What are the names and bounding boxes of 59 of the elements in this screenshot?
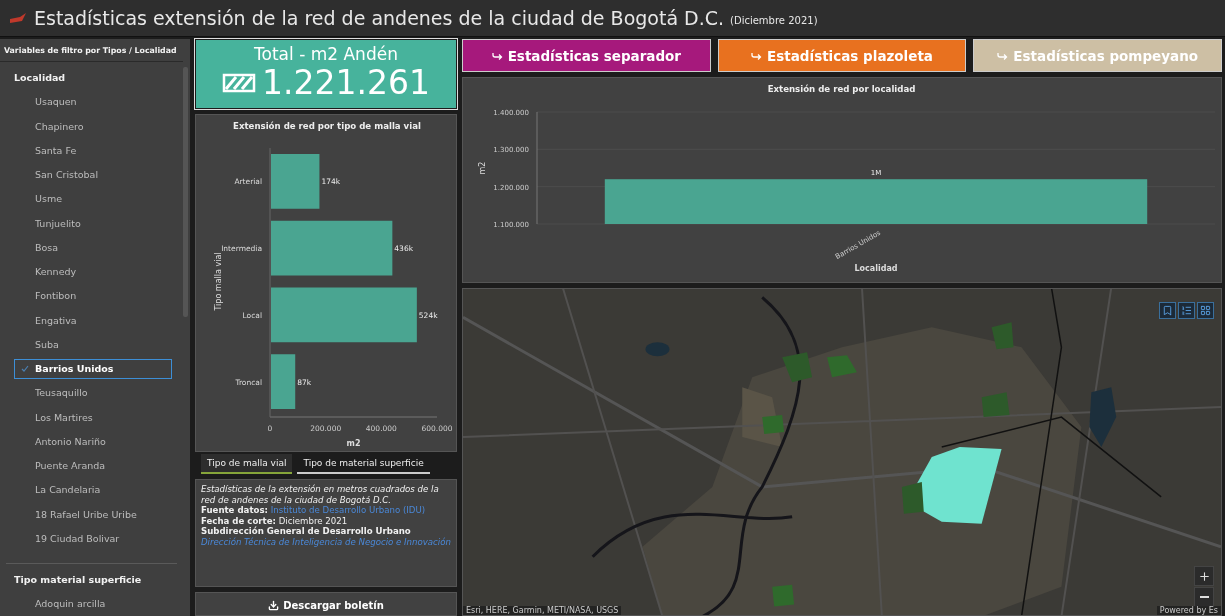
- axis-title: m2: [346, 439, 361, 448]
- download-icon: [268, 600, 280, 611]
- tab[interactable]: Tipo de malla vial: [201, 454, 293, 474]
- description-text: Estadísticas de la extensión en metros cuadrados de la red de andenes de la ciudad de Bogotá D.C.: [201, 484, 440, 505]
- filter-item[interactable]: Kennedy: [14, 261, 172, 282]
- filter-item[interactable]: Usme: [14, 189, 172, 209]
- redirect-arrow-icon: [751, 51, 762, 60]
- filter-item[interactable]: Los Martires: [14, 407, 172, 427]
- redirect-arrow-icon: [491, 51, 503, 60]
- hatched-area-icon: [222, 73, 256, 93]
- filter-item[interactable]: San Cristobal: [14, 164, 172, 185]
- zoom-out-button[interactable]: [1194, 587, 1214, 607]
- filter-item[interactable]: Santa Fe: [14, 140, 172, 161]
- filter-item[interactable]: Barrios Unidos: [14, 358, 172, 379]
- filter-item[interactable]: Engativa: [14, 310, 172, 330]
- stats-button[interactable]: Estadísticas plazoleta: [717, 39, 967, 72]
- stats-button[interactable]: Estadísticas separador: [462, 39, 711, 72]
- redirect-arrow-icon: [997, 51, 1009, 60]
- filter-item[interactable]: Tunjuelito: [14, 213, 172, 233]
- minus-icon: [1199, 596, 1209, 598]
- check-icon: [21, 365, 29, 373]
- filter-item[interactable]: 18 Rafael Uribe Uribe: [14, 504, 172, 524]
- group-title: Tipo material superficie: [13, 572, 143, 587]
- powered-by-text: Powered by Es: [1156, 606, 1221, 615]
- chart-title: Extensión de red por tipo de malla vial: [233, 121, 421, 131]
- map-attribution: Esri, HERE, Garmin, METI/NASA, USGS: [463, 606, 622, 615]
- filter-item[interactable]: Suba: [14, 334, 172, 355]
- filter-item[interactable]: Adoquin arcilla: [14, 593, 172, 614]
- chart-title: Extensión de red por localidad: [767, 84, 916, 94]
- total-label: Total - m2 Andén: [254, 45, 398, 63]
- date-line: Fecha de corte: Diciembre 2021: [201, 515, 349, 526]
- filter-item[interactable]: Chapinero: [14, 116, 172, 136]
- plus-icon: [1197, 569, 1211, 583]
- filter-item[interactable]: Fontibon: [14, 286, 172, 306]
- source-line: Fuente datos: Instituto de Desarrollo Urbano (IDU): [201, 505, 427, 516]
- page-title: Estadísticas extensión de la red de andenes de la ciudad de Bogotá D.C.: [34, 7, 725, 29]
- bookmark-icon[interactable]: [1159, 302, 1176, 319]
- axis-title: Localidad: [854, 264, 898, 273]
- total-value: 1.221.261: [262, 63, 430, 103]
- axis-title: m2: [478, 161, 487, 175]
- filter-item[interactable]: 19 Ciudad Bolivar: [14, 528, 172, 549]
- filter-item[interactable]: Bosa: [14, 237, 172, 258]
- filter-item[interactable]: Usaquen: [14, 92, 172, 112]
- list-icon[interactable]: [1178, 302, 1195, 319]
- filter-item[interactable]: Antonio Nariño: [14, 431, 172, 452]
- download-button[interactable]: Descargar boletín: [195, 592, 457, 616]
- tab[interactable]: Tipo de material superficie: [297, 454, 430, 474]
- filter-item[interactable]: La Candelaria: [14, 480, 172, 500]
- filter-item[interactable]: Teusaquillo: [14, 383, 172, 403]
- logo-icon: [10, 13, 26, 23]
- bar: [271, 154, 320, 209]
- office-text: Subdirección General de Desarrollo Urbano: [201, 526, 412, 537]
- page-subtitle: (Diciembre 2021): [730, 15, 818, 26]
- filter-item[interactable]: Puente Aranda: [14, 455, 172, 476]
- grid-icon[interactable]: [1197, 302, 1214, 319]
- group-title: Localidad: [13, 71, 67, 85]
- bar: [271, 354, 296, 409]
- zoom-in-button[interactable]: [1194, 566, 1214, 586]
- axis-title: Tipo malla vial: [214, 252, 223, 311]
